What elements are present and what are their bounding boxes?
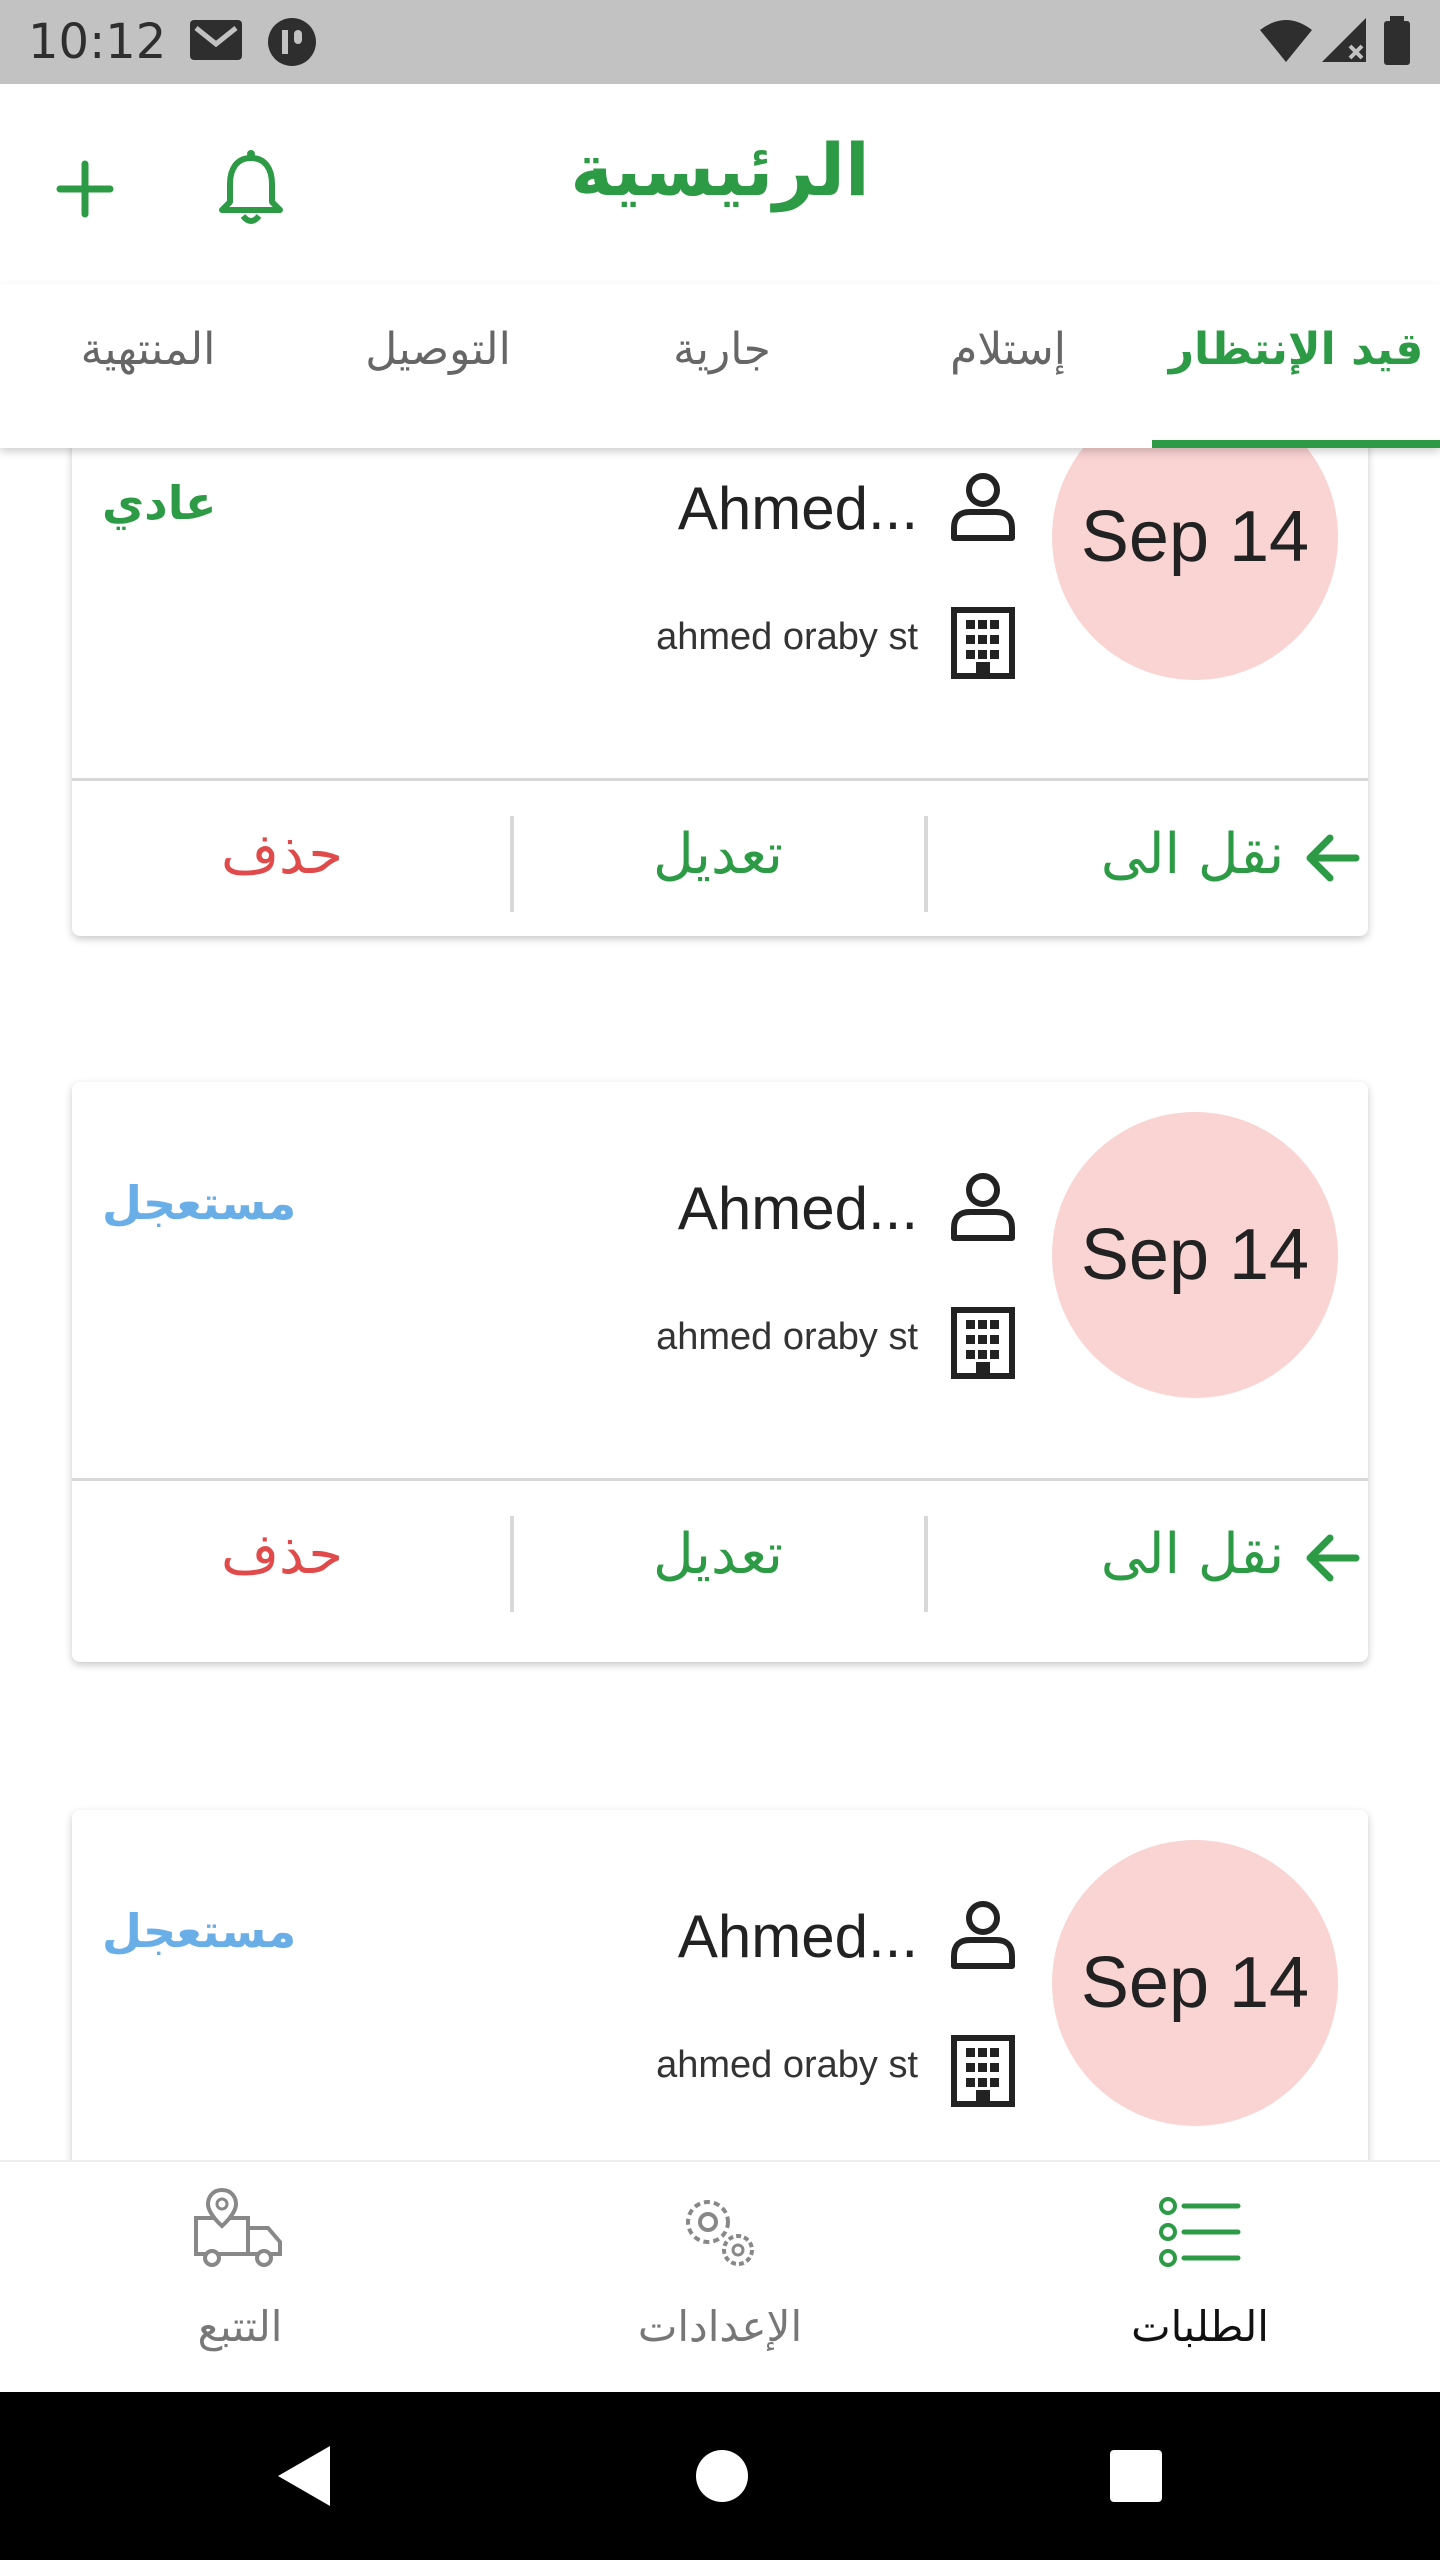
delivery-truck-icon (194, 2187, 282, 2267)
customer-address: ahmed oraby st (656, 1316, 918, 1358)
person-icon (951, 1173, 1015, 1241)
order-card[interactable]: Sep 14 Ahmed... ahmed oraby st مستعجل نق… (72, 1082, 1368, 1662)
status-bar: 10:12 (0, 0, 1440, 84)
arrow-left-icon (1306, 1534, 1360, 1582)
action-separator (510, 816, 514, 912)
nav-orders-label: الطلبات (1131, 2302, 1269, 2351)
priority-label: مستعجل (102, 1176, 297, 1230)
customer-address: ahmed oraby st (656, 2044, 918, 2086)
tab-pickup[interactable]: إستلام (864, 324, 1152, 404)
wifi-icon (1260, 20, 1312, 62)
tab-delivery[interactable]: التوصيل (296, 324, 580, 404)
system-navigation-bar (0, 2392, 1440, 2560)
card-divider (72, 1478, 1368, 1481)
plus-icon (56, 160, 114, 218)
add-button[interactable] (40, 144, 130, 234)
tab-in-progress[interactable]: جارية (580, 324, 864, 404)
action-separator (924, 1516, 928, 1612)
customer-name: Ahmed... (677, 1903, 918, 1970)
tab-indicator (1152, 440, 1440, 448)
order-card[interactable]: Sep 14 Ahmed... ahmed oraby st عادي نقل … (72, 448, 1368, 936)
arrow-left-icon (1306, 834, 1360, 882)
nav-orders[interactable]: الطلبات (1050, 2182, 1350, 2382)
action-separator (924, 816, 928, 912)
move-to-button[interactable]: نقل الى (922, 822, 1362, 888)
app-notification-icon (268, 18, 316, 66)
building-icon (951, 2035, 1015, 2107)
bottom-navigation: الطلبات الإعدادات التتبع (0, 2160, 1440, 2394)
signal-icon (1322, 18, 1366, 62)
list-icon (1159, 2197, 1241, 2267)
person-icon (951, 1901, 1015, 1969)
move-to-button[interactable]: نقل الى (922, 1522, 1362, 1588)
app-bar: الرئيسية (0, 84, 1440, 284)
tab-bar: قيد الإنتظار إستلام جارية التوصيل المنته… (0, 284, 1440, 448)
orders-list[interactable]: Sep 14 Ahmed... ahmed oraby st عادي نقل … (0, 448, 1440, 2160)
battery-icon (1384, 16, 1410, 65)
status-time: 10:12 (28, 14, 167, 70)
home-icon[interactable] (694, 2440, 750, 2512)
move-to-label: نقل الى (1100, 1522, 1285, 1587)
tab-finished[interactable]: المنتهية (0, 324, 296, 404)
priority-label: مستعجل (102, 1904, 297, 1958)
building-icon (951, 607, 1015, 679)
bell-icon (219, 150, 283, 224)
back-icon[interactable] (270, 2440, 342, 2512)
move-to-label: نقل الى (1100, 822, 1285, 887)
person-icon (951, 473, 1015, 541)
priority-label: عادي (102, 476, 217, 530)
nav-settings[interactable]: الإعدادات (570, 2182, 870, 2382)
nav-tracking[interactable]: التتبع (90, 2182, 390, 2382)
customer-name: Ahmed... (677, 475, 918, 542)
gear-icon (686, 2200, 754, 2266)
customer-name: Ahmed... (677, 1175, 918, 1242)
delete-button[interactable]: حذف (102, 1522, 462, 1587)
order-card[interactable]: Sep 14 Ahmed... ahmed oraby st مستعجل (72, 1810, 1368, 2160)
nav-settings-label: الإعدادات (637, 2302, 803, 2351)
customer-address: ahmed oraby st (656, 616, 918, 658)
action-separator (510, 1516, 514, 1612)
order-date-badge: Sep 14 (1052, 448, 1338, 680)
tab-pending[interactable]: قيد الإنتظار (1152, 324, 1440, 404)
gmail-icon (190, 20, 242, 60)
order-date-badge: Sep 14 (1052, 1840, 1338, 2126)
edit-button[interactable]: تعديل (512, 822, 924, 887)
delete-button[interactable]: حذف (102, 822, 462, 887)
edit-button[interactable]: تعديل (512, 1522, 924, 1587)
building-icon (951, 1307, 1015, 1379)
card-divider (72, 778, 1368, 781)
order-date-badge: Sep 14 (1052, 1112, 1338, 1398)
nav-tracking-label: التتبع (197, 2302, 283, 2351)
recents-icon[interactable] (1106, 2440, 1166, 2512)
notifications-button[interactable] (206, 144, 296, 234)
